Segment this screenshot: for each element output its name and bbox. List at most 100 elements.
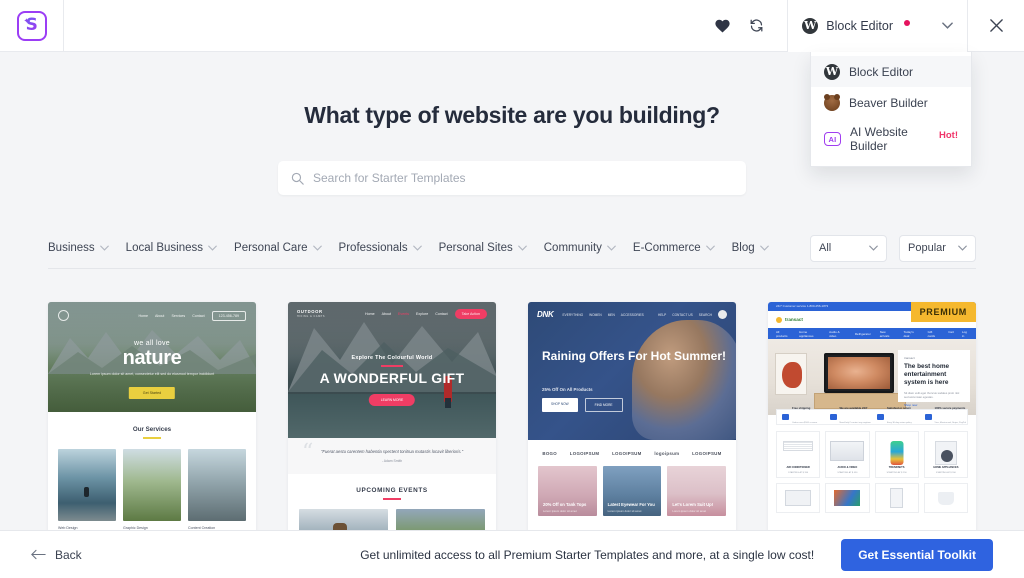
- brand-logo: LOGOIPSUM: [692, 450, 722, 456]
- panel-title: The best home entertainment system is he…: [904, 363, 950, 386]
- product-subtitle: Lorem ipsum dolor sit amet: [672, 509, 707, 513]
- refrigerator-image: [890, 488, 904, 508]
- close-icon[interactable]: [968, 0, 1024, 52]
- template-grid: Home About Services Contact 123-456-789 …: [48, 302, 976, 538]
- template-hero: Home About Services Contact 123-456-789 …: [48, 302, 256, 412]
- service-captions: Web Design Graphic Design Content Creati…: [48, 521, 256, 530]
- template-brand: OUTDOOR HIKING & CAMPS: [297, 309, 325, 319]
- template-card-dnk[interactable]: DNK EVERYTHING WOMEN MEN ACCESSORIES HEL…: [528, 302, 736, 538]
- dropdown-item-ai-website-builder[interactable]: AI AI Website Builder Hot!: [811, 118, 971, 160]
- shipping-icon: [782, 414, 789, 420]
- hero-cta: Get Started: [128, 387, 176, 399]
- search-box[interactable]: [278, 161, 746, 195]
- product-name: AUDIO & VIDEO: [837, 466, 858, 469]
- get-essential-toolkit-button[interactable]: Get Essential Toolkit: [841, 538, 993, 571]
- category-local-business[interactable]: Local Business: [126, 242, 217, 254]
- nav-link: Gift cards: [927, 329, 935, 338]
- template-card-nature[interactable]: Home About Services Contact 123-456-789 …: [48, 302, 256, 538]
- hero-title: Raining Offers For Hot Summer!: [542, 349, 727, 363]
- template-nav-links: Home About Services Contact 123-456-789: [138, 310, 246, 321]
- nav-link: HELP: [657, 312, 667, 317]
- nav-button: 123-456-789: [211, 310, 246, 321]
- product-title: 20% Off on Tank Tops: [543, 501, 587, 507]
- product-name: HOME APPLIANCES: [933, 466, 959, 469]
- product-price: STARTING AT $ 550: [935, 472, 956, 474]
- template-card-outdoor[interactable]: OUTDOOR HIKING & CAMPS Home About Events…: [288, 302, 496, 538]
- return-icon: [877, 414, 884, 420]
- hero-cta: LEARN MORE: [368, 394, 416, 406]
- model-photo: [632, 320, 736, 440]
- category-personal-sites[interactable]: Personal Sites: [439, 242, 527, 254]
- television-image: [830, 441, 865, 461]
- nav-link: All products: [776, 329, 788, 338]
- starter-templates-logo: ✦ S: [16, 10, 47, 41]
- section-title: UPCOMING EVENTS: [356, 487, 428, 494]
- ai-icon: AI: [824, 132, 841, 146]
- chevron-down-icon: [412, 245, 422, 251]
- template-nav: OUTDOOR HIKING & CAMPS Home About Events…: [288, 309, 496, 319]
- brand-logo: LOGOIPSUM: [612, 450, 642, 456]
- nav-link: Today's deal: [903, 329, 914, 338]
- login-link: Log in: [961, 329, 967, 338]
- nav-link: New arrivals: [879, 329, 890, 338]
- hero-cta-secondary: FIND MORE: [584, 398, 623, 412]
- sort-filter-select[interactable]: Popular: [899, 234, 976, 262]
- category-e-commerce[interactable]: E-Commerce: [633, 242, 715, 254]
- template-nav: All products Home appliances Audio & vid…: [768, 328, 976, 339]
- template-card-electronics[interactable]: PREMIUM 24/7 Customer service 1-800-256-…: [768, 302, 976, 538]
- editor-switcher-button[interactable]: W Block Editor: [787, 0, 968, 52]
- template-hero: transact The best home entertainment sys…: [768, 339, 976, 415]
- service-image: [123, 449, 181, 521]
- product-grid-secondary: [768, 478, 976, 513]
- panel-text: Sit diam velit eget rhoncus sodales proi…: [904, 391, 960, 400]
- tv-image: [824, 353, 894, 393]
- hero-title: nature: [122, 347, 182, 369]
- type-filter-select[interactable]: All: [810, 234, 887, 262]
- service-image: [188, 449, 246, 521]
- template-nav-links: Home About Events Explore Contact Take A…: [365, 309, 487, 319]
- template-nav-right: HELP CONTACT US SEARCH: [658, 310, 727, 319]
- nav-link: Events: [398, 312, 410, 316]
- template-nav-right: Cart Log in: [948, 330, 968, 338]
- nav-link: Home: [365, 312, 375, 316]
- dropdown-item-block-editor[interactable]: W Block Editor: [811, 56, 971, 87]
- quote-author: - Adam Smith: [381, 459, 403, 463]
- hero-title: A WONDERFUL GIFT: [319, 370, 465, 386]
- category-personal-care[interactable]: Personal Care: [234, 242, 322, 254]
- nav-button: Take Action: [454, 309, 487, 319]
- nav-link: Services: [171, 313, 186, 318]
- service-image: [58, 449, 116, 521]
- brand-logo: BOGO: [542, 450, 557, 456]
- category-label: Local Business: [125, 242, 204, 254]
- feature-title: Satisfied or return: [887, 406, 912, 410]
- category-community[interactable]: Community: [544, 242, 616, 254]
- beaver-icon: [824, 93, 840, 111]
- category-blog[interactable]: Blog: [732, 242, 769, 254]
- logo-container: ✦ S: [0, 0, 64, 52]
- product-price: STARTING AT $ 250: [886, 472, 907, 474]
- nav-link: WOMEN: [589, 312, 602, 317]
- hero-buttons: SHOP NOW FIND MORE: [542, 398, 623, 412]
- tv-screen: [828, 357, 890, 389]
- product-price: STARTING AT $ 350: [788, 472, 809, 474]
- category-professionals[interactable]: Professionals: [339, 242, 422, 254]
- chevron-down-icon: [99, 245, 109, 251]
- filter-bar: Business Local Business Personal Care Pr…: [48, 228, 976, 269]
- nav-link: Home: [138, 313, 149, 318]
- chevron-down-icon: [607, 245, 616, 251]
- favorites-heart-icon[interactable]: [705, 9, 739, 43]
- chevron-down-icon: [942, 22, 953, 29]
- category-business[interactable]: Business: [48, 242, 109, 254]
- feature-title: We are available 24/7: [839, 406, 868, 410]
- sync-refresh-icon[interactable]: [739, 9, 773, 43]
- feature-item: 100% secure payments Visa, Mastercard, St…: [920, 406, 968, 428]
- premium-badge: PREMIUM: [910, 302, 976, 322]
- product-name: TRENDSETS: [888, 466, 905, 469]
- search-input[interactable]: [313, 171, 733, 185]
- starter-templates-app: ✦ S W Block Editor W Block Editor Beaver…: [0, 0, 1024, 578]
- back-button[interactable]: Back: [31, 548, 82, 562]
- product-name: AIR CONDITIONER: [786, 466, 810, 469]
- dropdown-item-beaver-builder[interactable]: Beaver Builder: [811, 87, 971, 118]
- template-hero: OUTDOOR HIKING & CAMPS Home About Events…: [288, 302, 496, 438]
- product-card: 20% Off on Tank Tops Lorem ipsum dolor s…: [538, 466, 597, 516]
